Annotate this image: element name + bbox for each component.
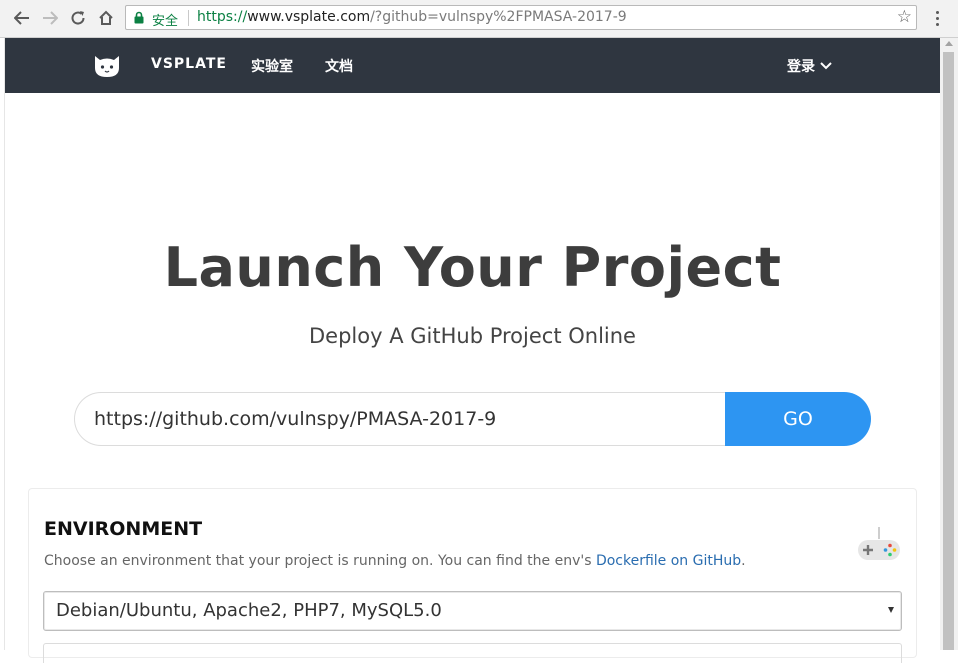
address-bar[interactable]: 安全 https://www.vsplate.com/?github=vulns… [125, 5, 917, 30]
environment-desc-text: Choose an environment that your project … [44, 553, 596, 569]
secure-label: 安全 [152, 14, 179, 29]
scrollbar[interactable] [940, 38, 958, 650]
repo-search-form: GO [74, 392, 871, 446]
repo-url-input[interactable] [74, 392, 726, 446]
address-divider [188, 10, 189, 26]
brand-link[interactable]: VSPLATE [151, 56, 227, 72]
scroll-up-icon[interactable] [945, 41, 953, 46]
url-path: /?github=vulnspy%2FPMASA-2017-9 [370, 9, 627, 25]
chevron-down-icon [820, 62, 832, 70]
url-text[interactable]: https://www.vsplate.com/?github=vulnspy%… [197, 9, 627, 25]
login-menu[interactable]: 登录 [787, 56, 832, 76]
back-arrow-icon[interactable] [11, 7, 33, 29]
page-title: Launch Your Project [163, 236, 782, 299]
cat-logo-icon[interactable] [93, 52, 121, 78]
url-scheme: https:// [197, 9, 248, 25]
page-subtitle: Deploy A GitHub Project Online [309, 324, 636, 348]
caret-down-icon [888, 607, 894, 613]
lock-icon [134, 11, 144, 24]
reload-icon[interactable] [67, 7, 89, 29]
nav-lab-link[interactable]: 实验室 [251, 56, 293, 76]
forward-arrow-icon[interactable] [39, 7, 61, 29]
environment-title: ENVIRONMENT [44, 518, 203, 540]
environment-selected-value: Debian/Ubuntu, Apache2, PHP7, MySQL5.0 [56, 600, 442, 621]
environment-card: ENVIRONMENT Choose an environment that y… [28, 488, 917, 663]
login-label: 登录 [787, 59, 815, 75]
home-icon[interactable] [95, 7, 117, 29]
environment-desc-suffix: . [741, 553, 746, 569]
gamepad-icon [858, 527, 900, 560]
environment-description: Choose an environment that your project … [44, 553, 746, 569]
star-icon[interactable]: ☆ [897, 7, 912, 27]
browser-toolbar: 安全 https://www.vsplate.com/?github=vulns… [0, 0, 958, 38]
url-host: www.vsplate.com [247, 9, 371, 25]
next-field [43, 643, 902, 663]
site-header: VSPLATE 实验室 文档 登录 [5, 38, 940, 93]
scrollbar-thumb[interactable] [943, 52, 954, 650]
dockerfile-link[interactable]: Dockerfile on GitHub [596, 553, 741, 569]
menu-dots-icon[interactable] [928, 7, 946, 29]
environment-select[interactable]: Debian/Ubuntu, Apache2, PHP7, MySQL5.0 [43, 591, 902, 631]
nav-docs-link[interactable]: 文档 [325, 56, 353, 76]
go-button[interactable]: GO [725, 392, 871, 446]
